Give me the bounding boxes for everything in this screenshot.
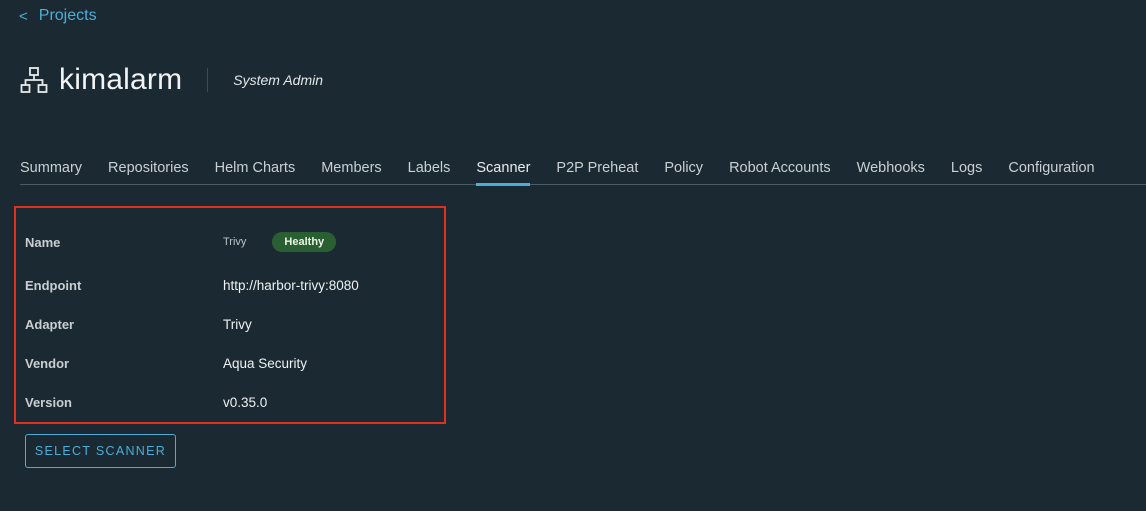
scanner-vendor-row: Vendor Aqua Security: [25, 356, 425, 371]
version-value: v0.35.0: [223, 395, 268, 410]
endpoint-value: http://harbor-trivy:8080: [223, 278, 359, 293]
vendor-label: Vendor: [25, 356, 70, 371]
tab-labels[interactable]: Labels: [408, 150, 451, 183]
project-header: kimalarm System Admin: [19, 62, 323, 98]
status-badge: Healthy: [272, 232, 337, 252]
endpoint-label: Endpoint: [25, 278, 82, 293]
project-tabs: Summary Repositories Helm Charts Members…: [20, 150, 1146, 186]
select-scanner-button[interactable]: SELECT SCANNER: [25, 434, 176, 468]
tab-robot-accounts[interactable]: Robot Accounts: [729, 150, 831, 183]
user-role: System Admin: [233, 72, 324, 88]
tab-policy[interactable]: Policy: [664, 150, 703, 183]
adapter-label: Adapter: [25, 317, 75, 332]
tab-repositories[interactable]: Repositories: [108, 150, 189, 183]
back-link-label: Projects: [38, 7, 97, 24]
scanner-details-panel: Name Trivy Healthy Endpoint http://harbo…: [14, 206, 446, 424]
tab-configuration[interactable]: Configuration: [1008, 150, 1094, 183]
scanner-version-row: Version v0.35.0: [25, 395, 425, 410]
tab-webhooks[interactable]: Webhooks: [857, 150, 925, 183]
back-to-projects-link[interactable]: < Projects: [19, 6, 97, 26]
scanner-name-row: Name Trivy Healthy: [25, 232, 425, 252]
tab-helm-charts[interactable]: Helm Charts: [215, 150, 296, 183]
name-label: Name: [25, 234, 61, 250]
tab-summary[interactable]: Summary: [20, 150, 82, 183]
project-title: kimalarm: [59, 63, 183, 96]
version-label: Version: [25, 395, 72, 410]
scanner-adapter-row: Adapter Trivy: [25, 317, 425, 332]
project-hierarchy-icon: [19, 65, 49, 95]
tab-scanner[interactable]: Scanner: [476, 150, 531, 186]
adapter-value: Trivy: [223, 317, 252, 332]
chevron-left-icon: <: [19, 7, 28, 25]
tab-members[interactable]: Members: [321, 150, 381, 183]
header-divider: [207, 68, 209, 92]
vendor-value: Aqua Security: [223, 356, 308, 371]
scanner-name-value: Trivy: [223, 236, 247, 248]
scanner-endpoint-row: Endpoint http://harbor-trivy:8080: [25, 278, 425, 293]
tab-p2p-preheat[interactable]: P2P Preheat: [556, 150, 638, 183]
tab-logs[interactable]: Logs: [951, 150, 982, 183]
